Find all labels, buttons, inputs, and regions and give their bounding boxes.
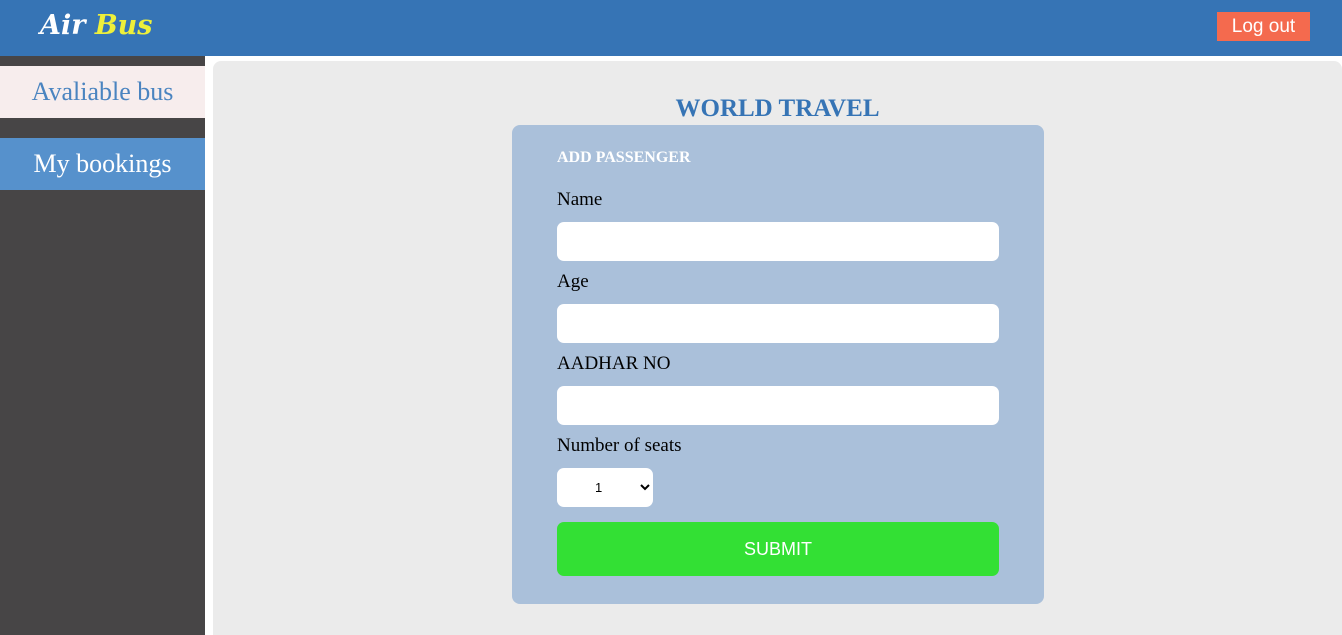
sidebar-item-available-bus[interactable]: Avaliable bus xyxy=(0,66,205,118)
name-input[interactable] xyxy=(557,222,999,261)
form-heading: ADD PASSENGER xyxy=(557,149,691,166)
seats-select[interactable]: 1 xyxy=(557,468,653,507)
age-input[interactable] xyxy=(557,304,999,343)
logout-button[interactable]: Log out xyxy=(1217,12,1310,41)
page-title: WORLD TRAVEL xyxy=(675,95,880,122)
logo-word-air: Air xyxy=(40,10,86,41)
top-header: Air Bus Log out xyxy=(0,0,1342,56)
aadhar-label: AADHAR NO xyxy=(557,353,671,374)
age-label: Age xyxy=(557,271,589,292)
sidebar-item-my-bookings[interactable]: My bookings xyxy=(0,138,205,190)
submit-button[interactable]: SUBMIT xyxy=(557,522,999,576)
add-passenger-form: ADD PASSENGER Name Age AADHAR NO Number … xyxy=(512,125,1044,604)
app-logo[interactable]: Air Bus xyxy=(40,9,153,43)
aadhar-input[interactable] xyxy=(557,386,999,425)
logo-word-bus: Bus xyxy=(94,10,153,41)
seats-label: Number of seats xyxy=(557,435,682,456)
main-content: WORLD TRAVEL ADD PASSENGER Name Age AADH… xyxy=(213,61,1342,635)
sidebar: Avaliable bus My bookings xyxy=(0,56,205,635)
name-label: Name xyxy=(557,189,603,210)
